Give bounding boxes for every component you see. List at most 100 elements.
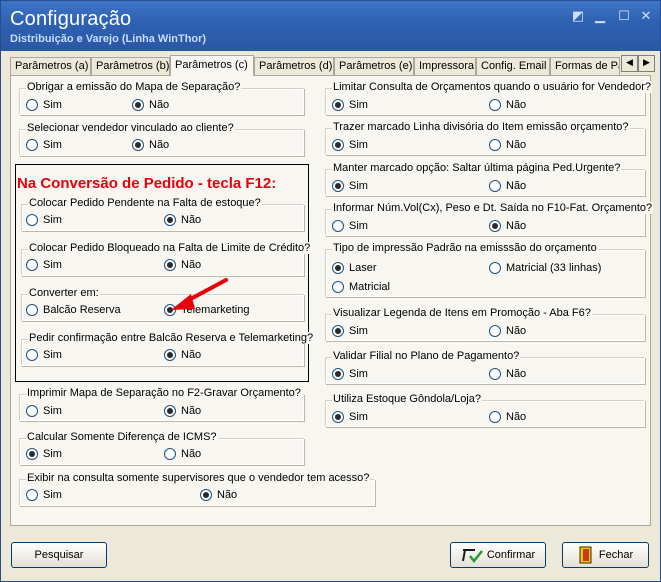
minimize-icon[interactable]: ▁	[591, 9, 609, 25]
radio-label: Sim	[349, 180, 368, 192]
radio-label: Matricial	[349, 281, 390, 293]
radio-balcao-reserva[interactable]: Balcão Reserva	[26, 303, 121, 317]
radio-label: Sim	[349, 99, 368, 111]
radio-label: Balcão Reserva	[43, 304, 121, 316]
radio-nao[interactable]: Não	[200, 488, 237, 502]
search-button-label: Pesquisar	[34, 549, 84, 561]
radio-sim[interactable]: Sim	[26, 404, 62, 418]
radio-dot-selected	[332, 99, 344, 111]
radio-label: Sim	[43, 349, 62, 361]
radio-nao[interactable]: Não	[489, 410, 526, 424]
radio-sim[interactable]: Sim	[332, 179, 368, 193]
group-label: Obrigar a emissão do Mapa de Separação?	[26, 81, 242, 93]
radio-nao[interactable]: Não	[132, 138, 169, 152]
radio-label: Sim	[43, 214, 62, 226]
group-label: Converter em:	[28, 287, 100, 299]
radio-sim[interactable]: Sim	[332, 98, 368, 112]
tab-parametros-a[interactable]: Parâmetros (a)	[10, 57, 91, 75]
group-validar-filial: Validar Filial no Plano de Pagamento? Si…	[325, 350, 645, 384]
radio-sim[interactable]: Sim	[26, 258, 62, 272]
radio-dot	[26, 304, 38, 316]
radio-nao[interactable]: Não	[164, 348, 201, 362]
tab-parametros-c[interactable]: Parâmetros (c)	[170, 55, 254, 76]
confirm-button-label: Confirmar	[486, 549, 536, 561]
help-icon[interactable]: ◩	[569, 9, 587, 25]
tab-parametros-d[interactable]: Parâmetros (d)	[254, 57, 334, 75]
radio-matricial[interactable]: Matricial	[332, 280, 390, 294]
group-label: Tipo de impressão Padrão na emisssão do …	[332, 242, 598, 254]
radio-nao[interactable]: Não	[489, 98, 526, 112]
radio-sim[interactable]: Sim	[332, 219, 368, 233]
radio-dot	[26, 139, 38, 151]
radio-nao[interactable]: Não	[489, 367, 526, 381]
conversion-section-title: Na Conversão de Pedido - tecla F12:	[17, 175, 277, 192]
group-label: Exibir na consulta somente supervisores …	[26, 472, 371, 484]
radio-sim[interactable]: Sim	[26, 447, 62, 461]
radio-dot-selected	[164, 214, 176, 226]
radio-label: Sim	[349, 368, 368, 380]
group-exibir-supervisores: Exibir na consulta somente supervisores …	[19, 472, 375, 506]
maximize-icon[interactable]: ☐	[615, 9, 633, 25]
radio-dot-selected	[332, 180, 344, 192]
tab-config-email[interactable]: Config. Email	[476, 57, 550, 75]
search-button[interactable]: Pesquisar	[11, 542, 107, 568]
radio-dot-selected	[164, 405, 176, 417]
radio-dot	[332, 281, 344, 293]
radio-nao[interactable]: Não	[132, 98, 169, 112]
radio-dot	[489, 180, 501, 192]
radio-label: Sim	[43, 448, 62, 460]
tab-strip: Parâmetros (a) Parâmetros (b) Parâmetros…	[10, 55, 640, 76]
radio-dot	[26, 259, 38, 271]
group-diferenca-icms: Calcular Somente Diferença de ICMS? Sim …	[19, 431, 304, 465]
close-button-label: Fechar	[598, 549, 634, 561]
radio-sim[interactable]: Sim	[26, 213, 62, 227]
radio-dot-selected	[132, 99, 144, 111]
tab-parametros-b[interactable]: Parâmetros (b)	[91, 57, 170, 75]
radio-nao[interactable]: Não	[164, 447, 201, 461]
radio-nao[interactable]: Não	[164, 258, 201, 272]
radio-sim[interactable]: Sim	[332, 410, 368, 424]
radio-sim[interactable]: Sim	[26, 348, 62, 362]
radio-dot	[489, 139, 501, 151]
tab-scroll-left-icon[interactable]: ◀	[621, 55, 638, 72]
radio-laser[interactable]: Laser	[332, 261, 377, 275]
tab-impressora[interactable]: Impressora	[414, 57, 476, 75]
group-linha-divisoria: Trazer marcado Linha divisória do Item e…	[325, 121, 645, 155]
tab-scroll-right-icon[interactable]: ▶	[638, 55, 655, 72]
tab-parametros-e[interactable]: Parâmetros (e)	[334, 57, 414, 75]
radio-nao[interactable]: Não	[164, 404, 201, 418]
radio-sim[interactable]: Sim	[332, 367, 368, 381]
tab-formas-de-pagamento[interactable]: Formas de Pa	[550, 57, 620, 75]
radio-nao[interactable]: Não	[489, 138, 526, 152]
radio-label: Não	[181, 259, 202, 271]
close-icon[interactable]: ✕	[637, 9, 655, 25]
group-label: Pedir confirmação entre Balcão Reserva e…	[28, 332, 315, 344]
group-obrigar-mapa: Obrigar a emissão do Mapa de Separação? …	[19, 81, 304, 115]
window-title: Configuração	[10, 8, 132, 30]
close-button[interactable]: Fechar	[562, 542, 649, 568]
radio-sim[interactable]: Sim	[26, 488, 62, 502]
radio-label: Não	[506, 411, 527, 423]
group-imprimir-mapa: Imprimir Mapa de Separação no F2-Gravar …	[19, 387, 304, 421]
radio-sim[interactable]: Sim	[332, 138, 368, 152]
radio-dot	[26, 349, 38, 361]
radio-nao[interactable]: Não	[489, 179, 526, 193]
radio-matricial-33[interactable]: Matricial (33 linhas)	[489, 261, 601, 275]
confirm-button[interactable]: Confirmar	[450, 542, 546, 568]
radio-nao[interactable]: Não	[489, 324, 526, 338]
annotation-arrow-icon	[171, 278, 228, 310]
radio-nao[interactable]: Não	[489, 219, 526, 233]
radio-label: Não	[506, 139, 527, 151]
radio-nao[interactable]: Não	[164, 213, 201, 227]
exit-door-icon	[579, 546, 592, 564]
radio-dot-selected	[332, 139, 344, 151]
radio-dot	[489, 99, 501, 111]
group-label: Calcular Somente Diferença de ICMS?	[26, 431, 218, 443]
radio-label: Sim	[349, 411, 368, 423]
radio-sim[interactable]: Sim	[26, 138, 62, 152]
radio-sim[interactable]: Sim	[26, 98, 62, 112]
radio-sim[interactable]: Sim	[332, 324, 368, 338]
radio-dot-selected	[26, 448, 38, 460]
radio-label: Não	[506, 325, 527, 337]
radio-label: Sim	[43, 259, 62, 271]
